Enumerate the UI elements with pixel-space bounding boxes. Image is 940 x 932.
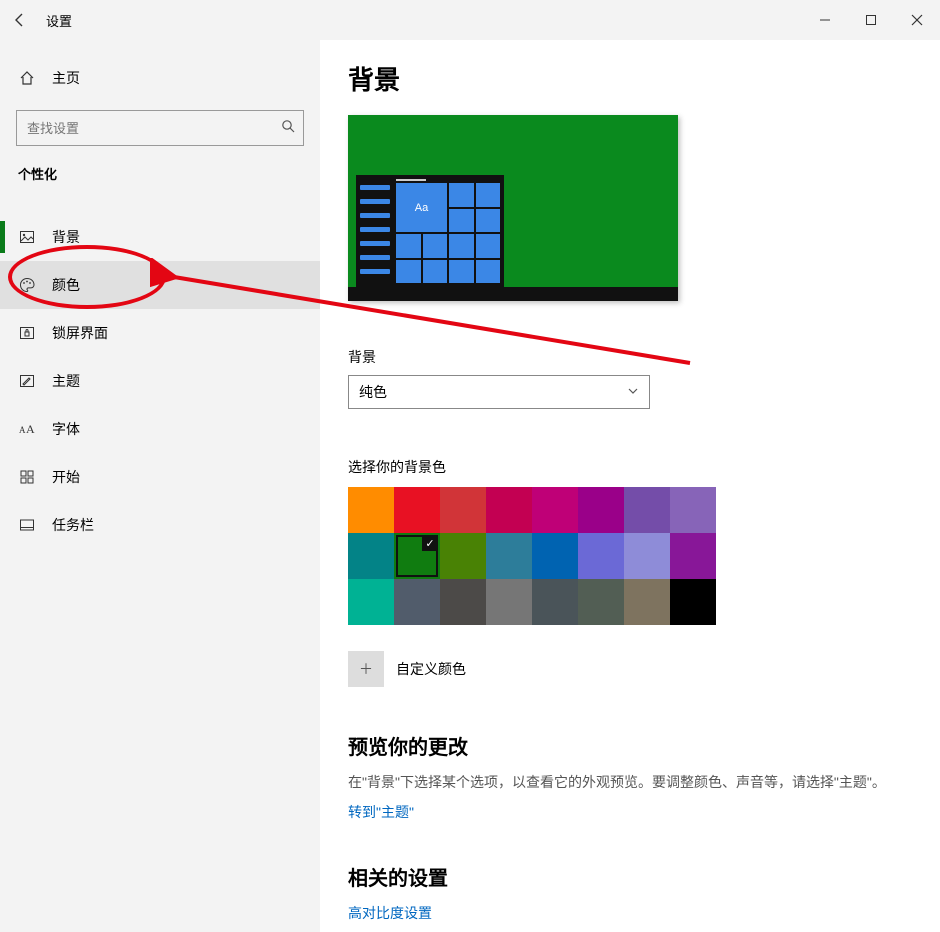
sidebar-item-palette[interactable]: 颜色 [0, 261, 320, 309]
color-swatch[interactable] [578, 487, 624, 533]
close-button[interactable] [894, 0, 940, 40]
back-button[interactable] [0, 0, 40, 40]
sidebar-item-label: 字体 [52, 419, 80, 439]
color-swatch[interactable] [440, 533, 486, 579]
custom-color-button[interactable]: ＋ [348, 651, 384, 687]
home-icon [18, 70, 36, 86]
related-settings-heading: 相关的设置 [348, 862, 904, 891]
search-icon [281, 119, 295, 138]
page-title: 背景 [348, 60, 904, 97]
preview-changes-heading: 预览你的更改 [348, 731, 904, 760]
search-input[interactable] [25, 120, 281, 137]
maximize-button[interactable] [848, 0, 894, 40]
background-dropdown-value: 纯色 [359, 382, 387, 402]
home-label: 主页 [52, 68, 80, 88]
chevron-down-icon [627, 385, 639, 400]
palette-icon [18, 277, 36, 293]
sidebar-item-label: 任务栏 [52, 515, 94, 535]
themes-link[interactable]: 转到"主题" [348, 802, 414, 822]
color-swatch[interactable] [486, 533, 532, 579]
sidebar-item-picture[interactable]: 背景 [0, 213, 320, 261]
color-swatch[interactable] [532, 579, 578, 625]
sidebar-item-brush[interactable]: 主题 [0, 357, 320, 405]
color-swatch[interactable] [348, 487, 394, 533]
font-icon: AA [18, 422, 36, 436]
home-button[interactable]: 主页 [0, 60, 320, 96]
color-swatch[interactable] [348, 533, 394, 579]
brush-icon [18, 373, 36, 389]
color-swatch[interactable] [670, 579, 716, 625]
sidebar-item-start[interactable]: 开始 [0, 453, 320, 501]
color-swatch[interactable] [624, 579, 670, 625]
color-swatch[interactable] [440, 579, 486, 625]
background-dropdown-label: 背景 [348, 347, 904, 367]
color-swatch[interactable] [486, 487, 532, 533]
color-swatch[interactable] [394, 579, 440, 625]
color-swatch[interactable] [532, 533, 578, 579]
custom-color-label: 自定义颜色 [396, 659, 466, 679]
sidebar-item-label: 锁屏界面 [52, 323, 108, 343]
color-swatch[interactable] [578, 533, 624, 579]
sidebar-item-font[interactable]: AA 字体 [0, 405, 320, 453]
color-swatch[interactable] [532, 487, 578, 533]
color-section-label: 选择你的背景色 [348, 457, 904, 477]
sidebar-item-label: 开始 [52, 467, 80, 487]
color-grid: ✓ [348, 487, 716, 625]
color-swatch[interactable] [348, 579, 394, 625]
plus-icon: ＋ [359, 659, 373, 679]
main-content: 背景 Aa 背景 纯色 [320, 40, 940, 932]
desktop-preview: Aa [348, 115, 678, 301]
sidebar-item-lock[interactable]: 锁屏界面 [0, 309, 320, 357]
color-swatch[interactable] [394, 487, 440, 533]
color-swatch[interactable] [624, 487, 670, 533]
color-swatch[interactable] [670, 533, 716, 579]
sidebar-item-label: 颜色 [52, 275, 80, 295]
search-input-container[interactable] [16, 110, 304, 146]
sidebar: 主页 个性化 背景颜色锁屏界面主题 AA 字体开始任务栏 [0, 40, 320, 932]
color-swatch[interactable] [624, 533, 670, 579]
color-swatch[interactable] [578, 579, 624, 625]
preview-sample-tile: Aa [396, 183, 447, 232]
minimize-button[interactable] [802, 0, 848, 40]
sidebar-item-taskbar[interactable]: 任务栏 [0, 501, 320, 549]
start-icon [18, 469, 36, 485]
related-link[interactable]: 高对比度设置 [348, 903, 432, 923]
window-title: 设置 [46, 11, 72, 30]
color-swatch[interactable] [440, 487, 486, 533]
taskbar-icon [18, 517, 36, 533]
picture-icon [18, 229, 36, 245]
window-titlebar: 设置 [0, 0, 940, 40]
category-header: 个性化 [0, 164, 320, 183]
sidebar-item-label: 背景 [52, 227, 80, 247]
check-icon: ✓ [422, 535, 438, 551]
sidebar-item-label: 主题 [52, 371, 80, 391]
color-swatch[interactable]: ✓ [394, 533, 440, 579]
color-swatch[interactable] [486, 579, 532, 625]
svg-text:A: A [19, 425, 26, 435]
svg-text:A: A [26, 422, 35, 436]
preview-changes-desc: 在"背景"下选择某个选项，以查看它的外观预览。要调整颜色、声音等，请选择"主题"… [348, 772, 904, 792]
color-swatch[interactable] [670, 487, 716, 533]
lock-icon [18, 325, 36, 341]
background-dropdown[interactable]: 纯色 [348, 375, 650, 409]
